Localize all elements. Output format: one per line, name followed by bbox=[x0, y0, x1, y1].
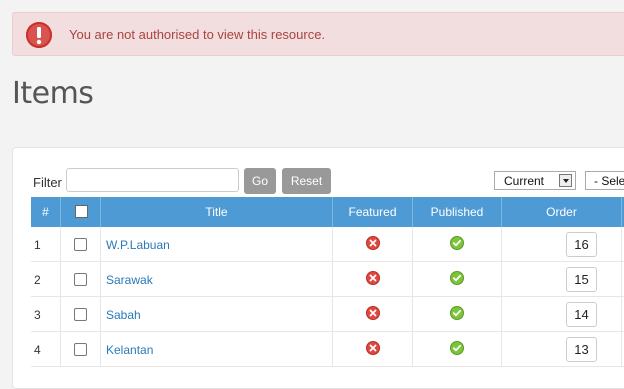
page-title: Items bbox=[12, 76, 94, 111]
col-published[interactable]: Published bbox=[413, 197, 502, 227]
table-row: 1 W.P.Labuan 16 bbox=[31, 227, 624, 262]
row-number: 1 bbox=[31, 227, 61, 262]
check-circle-icon[interactable] bbox=[450, 236, 464, 253]
alert-message: You are not authorised to view this reso… bbox=[69, 27, 326, 42]
col-select-all bbox=[61, 197, 101, 227]
check-circle-icon[interactable] bbox=[450, 271, 464, 288]
row-number: 2 bbox=[31, 262, 61, 297]
row-title-link[interactable]: Sabah bbox=[101, 297, 333, 332]
reset-button[interactable]: Reset bbox=[282, 168, 331, 194]
state-select[interactable]: Current bbox=[494, 171, 576, 190]
row-title-link[interactable]: W.P.Labuan bbox=[101, 227, 333, 262]
order-input[interactable]: 15 bbox=[566, 267, 597, 292]
error-alert: You are not authorised to view this reso… bbox=[12, 12, 624, 56]
check-circle-icon[interactable] bbox=[450, 341, 464, 358]
category-select[interactable]: - Sele bbox=[585, 171, 624, 190]
x-circle-icon[interactable] bbox=[365, 236, 380, 253]
select-all-checkbox[interactable] bbox=[75, 205, 88, 218]
row-checkbox-cell bbox=[61, 297, 101, 332]
order-cell: 15 bbox=[502, 262, 622, 297]
row-title-link[interactable]: Sarawak bbox=[101, 262, 333, 297]
published-cell bbox=[413, 332, 502, 367]
order-cell: 14 bbox=[502, 297, 622, 332]
row-number: 4 bbox=[31, 332, 61, 367]
order-cell: 13 bbox=[502, 332, 622, 367]
x-circle-icon[interactable] bbox=[365, 306, 380, 323]
filter-input[interactable] bbox=[66, 168, 239, 192]
state-select-value: Current bbox=[504, 173, 545, 188]
row-checkbox[interactable] bbox=[74, 273, 87, 286]
table-row: 2 Sarawak 15 bbox=[31, 262, 624, 297]
order-input[interactable]: 16 bbox=[566, 232, 597, 257]
row-number: 3 bbox=[31, 297, 61, 332]
row-checkbox-cell bbox=[61, 227, 101, 262]
chevron-down-icon bbox=[559, 174, 572, 187]
published-cell bbox=[413, 227, 502, 262]
order-cell: 16 bbox=[502, 227, 622, 262]
featured-cell bbox=[333, 332, 413, 367]
row-title-link[interactable]: Kelantan bbox=[101, 332, 333, 367]
row-checkbox[interactable] bbox=[74, 343, 87, 356]
table-row: 4 Kelantan 13 bbox=[31, 332, 624, 367]
exclamation-icon bbox=[26, 22, 52, 48]
featured-cell bbox=[333, 297, 413, 332]
col-num: # bbox=[31, 197, 61, 227]
featured-cell bbox=[333, 227, 413, 262]
col-order[interactable]: Order bbox=[502, 197, 622, 227]
category-select-value: - Sele bbox=[594, 173, 624, 188]
row-checkbox[interactable] bbox=[74, 238, 87, 251]
featured-cell bbox=[333, 262, 413, 297]
order-input[interactable]: 14 bbox=[566, 302, 597, 327]
row-checkbox-cell bbox=[61, 262, 101, 297]
go-button[interactable]: Go bbox=[244, 168, 276, 194]
filter-label: Filter bbox=[33, 175, 62, 190]
table-header: # Title Featured Published Order bbox=[31, 197, 624, 227]
col-title[interactable]: Title bbox=[101, 197, 333, 227]
x-circle-icon[interactable] bbox=[365, 341, 380, 358]
order-input[interactable]: 13 bbox=[566, 337, 597, 362]
row-checkbox[interactable] bbox=[74, 308, 87, 321]
published-cell bbox=[413, 297, 502, 332]
x-circle-icon[interactable] bbox=[365, 271, 380, 288]
published-cell bbox=[413, 262, 502, 297]
col-featured[interactable]: Featured bbox=[333, 197, 413, 227]
table-row: 3 Sabah 14 bbox=[31, 297, 624, 332]
check-circle-icon[interactable] bbox=[450, 306, 464, 323]
row-checkbox-cell bbox=[61, 332, 101, 367]
